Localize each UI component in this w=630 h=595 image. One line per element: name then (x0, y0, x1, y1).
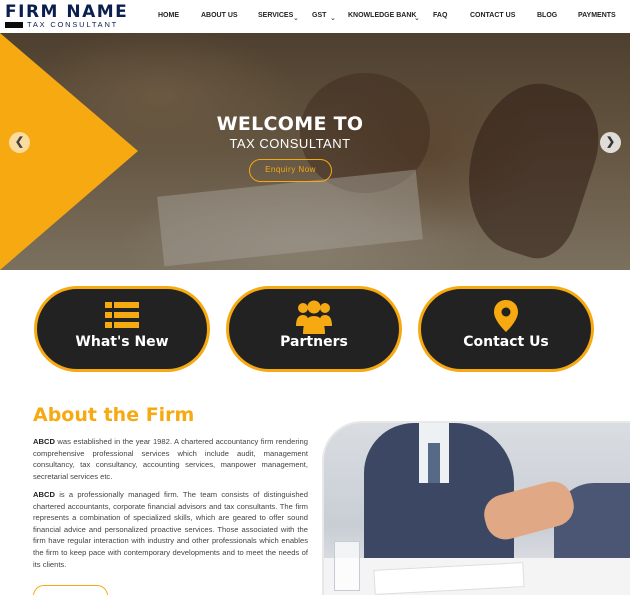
about-paragraph-1-text: was established in the year 1982. A char… (33, 437, 308, 481)
about-company-name: ABCD (33, 490, 55, 499)
about-paragraph-2-text: is a professionally managed firm. The te… (33, 490, 308, 569)
chevron-down-icon[interactable]: ⌄ (414, 14, 420, 22)
contact-us-label: Contact Us (463, 334, 549, 350)
enquiry-now-button[interactable]: Enquiry Now (249, 159, 332, 182)
location-pin-icon (421, 300, 591, 334)
chevron-right-icon[interactable]: ❯ (600, 132, 621, 153)
list-icon (37, 300, 207, 334)
nav-contact-us[interactable]: CONTACT US (470, 12, 515, 19)
hero-slider: WELCOME TO TAX CONSULTANT Enquiry Now ❮ … (0, 33, 630, 270)
nav-faq[interactable]: FAQ (433, 12, 447, 19)
about-company-name: ABCD (33, 437, 55, 446)
nav-knowledge-bank[interactable]: KNOWLEDGE BANK (348, 12, 416, 19)
partners-card[interactable]: Partners (226, 286, 402, 372)
chevron-down-icon[interactable]: ⌄ (293, 14, 299, 22)
nav-blog[interactable]: BLOG (537, 12, 557, 19)
chevron-left-icon[interactable]: ❮ (9, 132, 30, 153)
nav-gst[interactable]: GST (312, 12, 326, 19)
nav-services[interactable]: SERVICES (258, 12, 293, 19)
about-title: About the Firm (33, 404, 195, 426)
about-paragraph-1: ABCD was established in the year 1982. A… (33, 436, 308, 482)
site-header: FIRM NAME TAX CONSULTANT HOME ABOUT US S… (0, 0, 630, 33)
chevron-down-icon[interactable]: ⌄ (330, 14, 336, 22)
nav-payments[interactable]: PAYMENTS (578, 12, 616, 19)
main-nav: HOME ABOUT US SERVICES ⌄ GST ⌄ KNOWLEDGE… (0, 0, 630, 33)
image-detail (428, 443, 440, 483)
users-icon (229, 300, 399, 334)
hero-subtitle: TAX CONSULTANT (229, 136, 351, 151)
image-detail (334, 541, 360, 591)
contact-us-card[interactable]: Contact Us (418, 286, 594, 372)
partners-label: Partners (280, 334, 348, 350)
whats-new-card[interactable]: What's New (34, 286, 210, 372)
nav-about-us[interactable]: ABOUT US (201, 12, 238, 19)
about-paragraph-2: ABCD is a professionally managed firm. T… (33, 489, 308, 570)
read-more-button[interactable] (33, 585, 108, 595)
hero-title: WELCOME TO (216, 113, 364, 135)
nav-home[interactable]: HOME (158, 12, 179, 19)
whats-new-label: What's New (75, 334, 169, 350)
handshake-image (322, 421, 630, 595)
